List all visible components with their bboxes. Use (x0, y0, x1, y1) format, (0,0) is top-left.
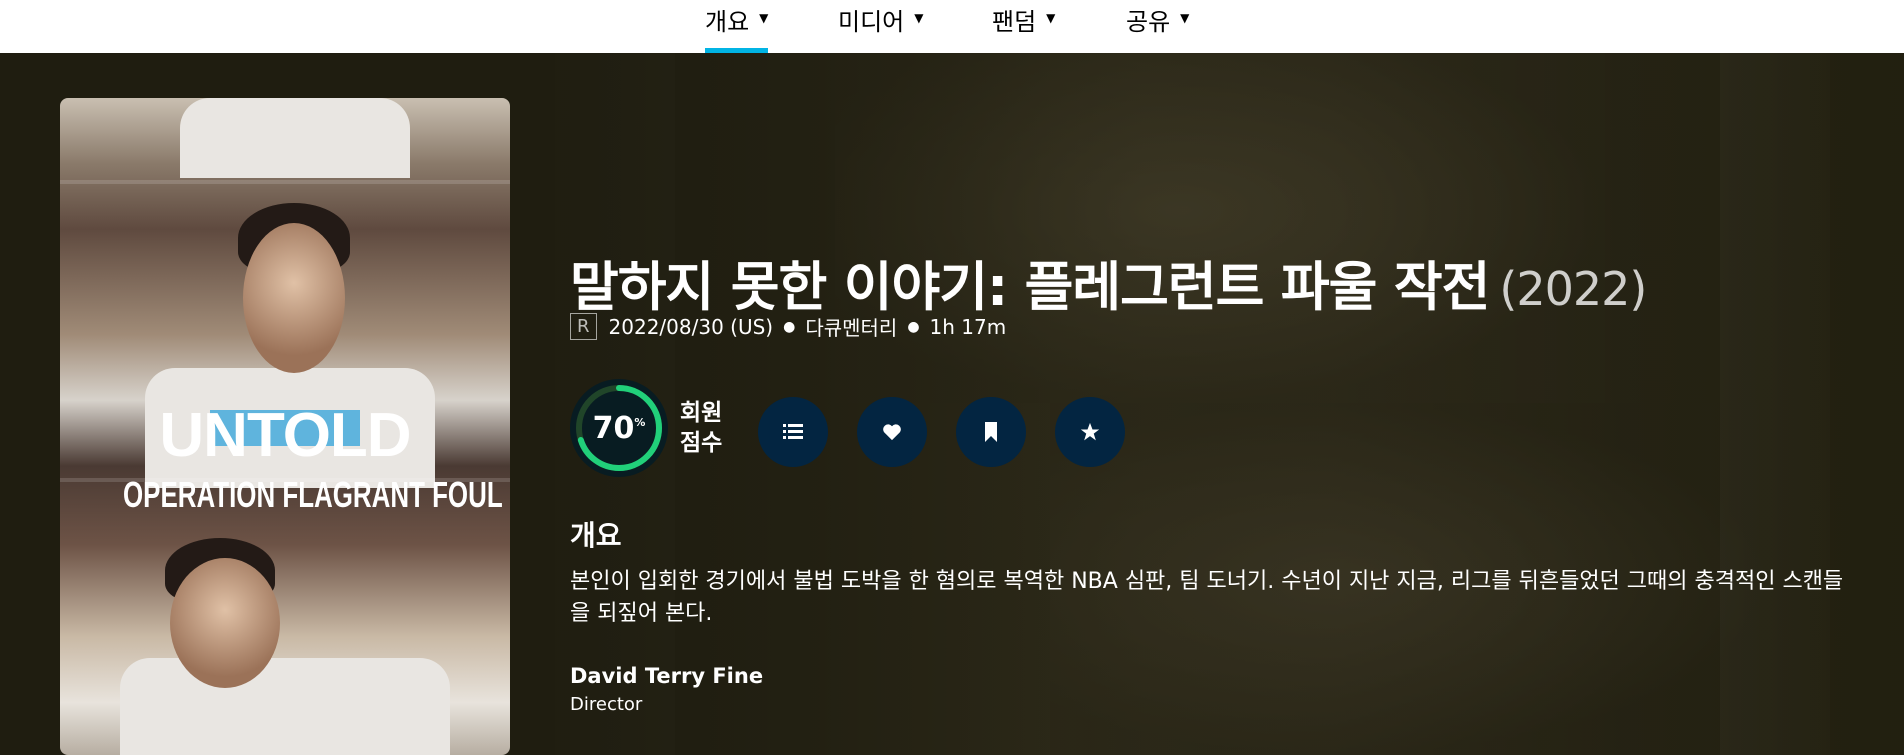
runtime: 1h 17m (929, 314, 1007, 339)
overview-text: 본인이 입회한 경기에서 불법 도박을 한 혐의로 복역한 NBA 심판, 팀 … (570, 569, 1844, 626)
top-nav: 개요 ▼ 미디어 ▼ 팬덤 ▼ 공유 ▼ (0, 0, 1904, 53)
nav-overview-label: 개요 (705, 8, 750, 36)
list-icon (783, 424, 803, 439)
certification-badge: R (570, 313, 597, 340)
poster-figure (243, 223, 345, 373)
user-score-label: 회원 점수 (680, 400, 723, 456)
add-to-list-button[interactable] (758, 397, 828, 467)
score-unit: % (634, 415, 646, 429)
nav-fandom-label: 팬덤 (992, 8, 1037, 36)
caret-down-icon: ▼ (1046, 11, 1056, 25)
watchlist-button[interactable] (956, 397, 1026, 467)
movie-title-text[interactable]: 말하지 못한 이야기: 플레그런트 파울 작전 (570, 257, 1490, 318)
heart-icon (883, 424, 901, 441)
nav-share[interactable]: 공유 ▼ (1126, 0, 1189, 53)
crew-role: Director (570, 694, 643, 715)
poster-title: UNTOLD (159, 401, 411, 470)
rate-button[interactable] (1055, 397, 1125, 467)
caret-down-icon: ▼ (759, 11, 769, 25)
poster-figure (120, 658, 450, 755)
movie-facts: R 2022/08/30 (US) ● 다큐멘터리 ● 1h 17m (570, 312, 1006, 341)
movie-title: 말하지 못한 이야기: 플레그런트 파울 작전 (2022) (570, 245, 1647, 321)
genre-link[interactable]: 다큐멘터리 (805, 312, 897, 341)
user-score-chart[interactable]: 70% (570, 379, 668, 477)
favorite-button[interactable] (857, 397, 927, 467)
poster-figure (170, 558, 280, 688)
caret-down-icon: ▼ (914, 11, 924, 25)
star-icon (1080, 422, 1100, 441)
separator-dot: ● (907, 318, 920, 335)
nav-fandom[interactable]: 팬덤 ▼ (992, 0, 1055, 53)
caret-down-icon: ▼ (1180, 11, 1190, 25)
nav-share-label: 공유 (1126, 8, 1171, 36)
bookmark-icon (985, 422, 997, 442)
nav-media[interactable]: 미디어 ▼ (838, 0, 923, 53)
score-number: 70 (592, 410, 635, 446)
overview-heading: 개요 (570, 519, 622, 552)
poster-figure (180, 98, 410, 178)
release-year: (2022) (1499, 262, 1647, 316)
movie-poster[interactable]: UNTOLD OPERATION FLAGRANT FOUL (60, 98, 510, 755)
user-score-value: 70% (570, 379, 668, 477)
poster-divider (60, 180, 510, 184)
crew-name-link[interactable]: David Terry Fine (570, 664, 763, 688)
nav-media-label: 미디어 (838, 8, 905, 36)
separator-dot: ● (783, 318, 796, 335)
poster-subtitle: OPERATION FLAGRANT FOUL (123, 474, 503, 515)
nav-overview[interactable]: 개요 ▼ (705, 0, 769, 53)
release-date: 2022/08/30 (US) (608, 314, 774, 339)
